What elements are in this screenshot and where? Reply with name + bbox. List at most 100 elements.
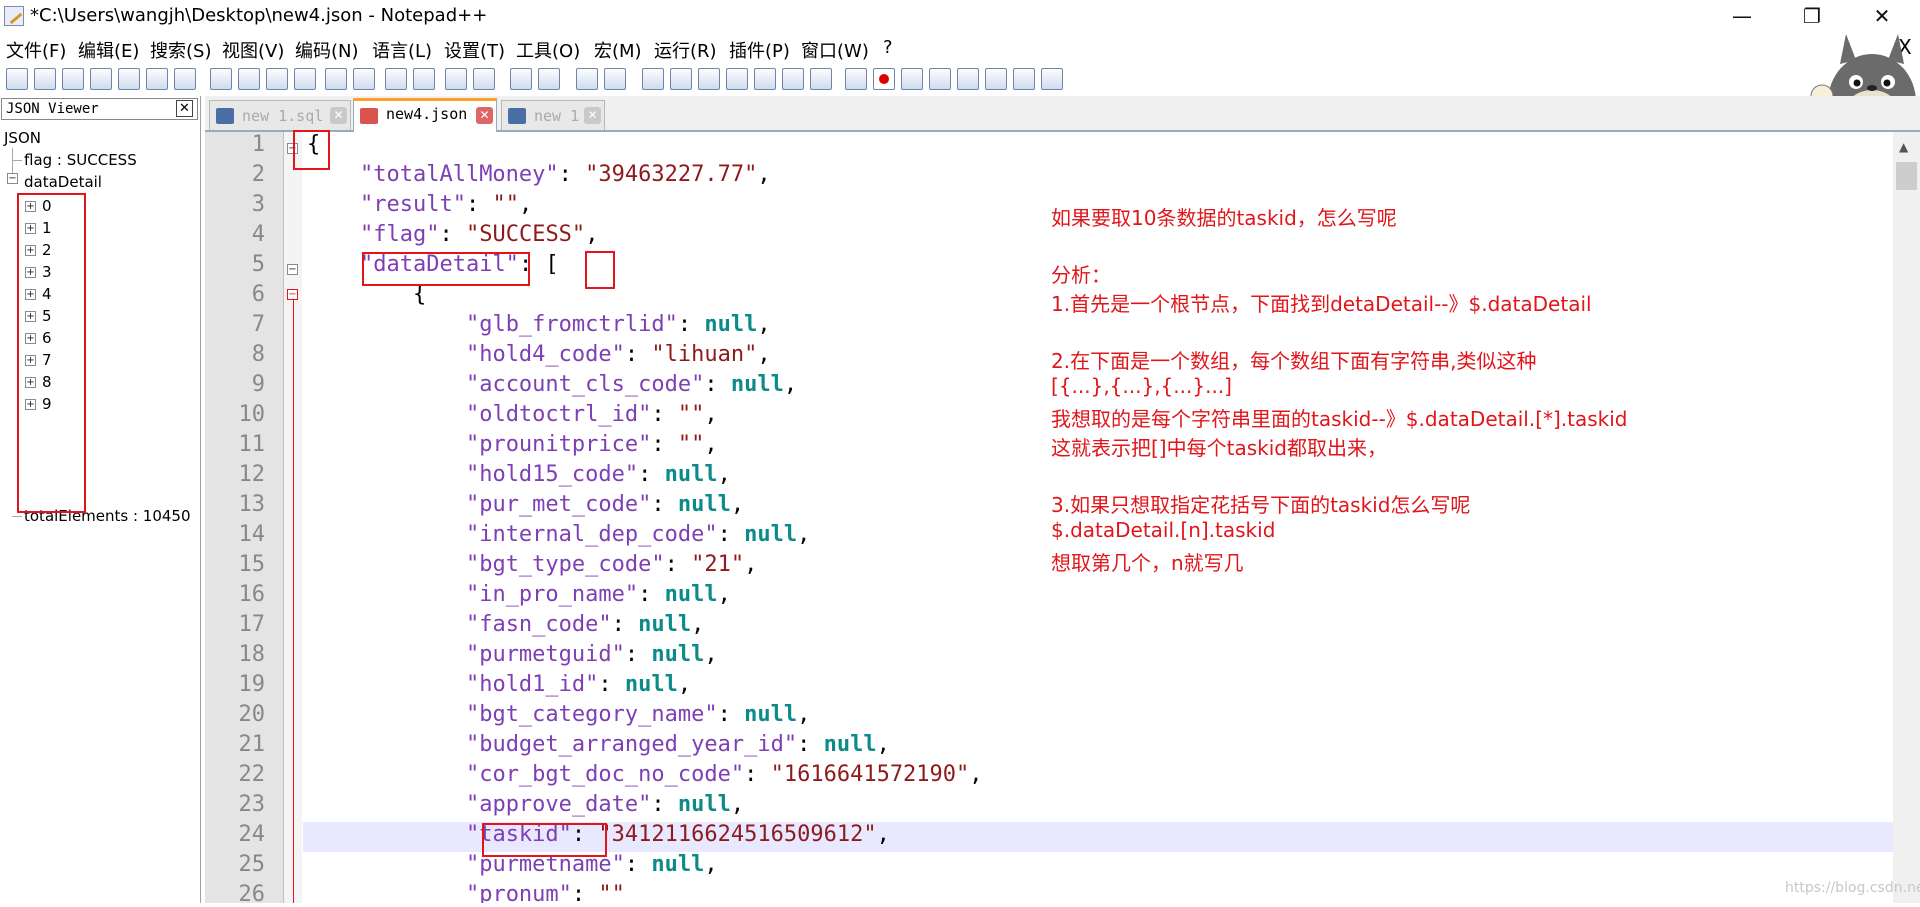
code-line[interactable]: "bgt_category_name": null, [307,702,810,727]
line-number: 21 [238,732,266,757]
toolbar-button-icon[interactable] [6,68,28,90]
toolbar-button-icon[interactable] [445,68,467,90]
minimize-button[interactable]: — [1712,0,1772,33]
toolbar-button-icon[interactable] [210,68,232,90]
menu-item[interactable]: 搜索(S) [150,37,211,63]
code-line[interactable]: "hold1_id": null, [307,672,691,697]
toolbar-button-icon[interactable] [353,68,375,90]
toolbar-button-icon[interactable] [238,68,260,90]
json-key: "fasn_code" [465,612,612,637]
toolbar-button-icon[interactable] [1013,68,1035,90]
toolbar-button-icon[interactable] [174,68,196,90]
toolbar-button-icon[interactable] [576,68,598,90]
code-line[interactable]: "internal_dep_code": null, [307,522,810,547]
menu-item[interactable]: 宏(M) [594,37,642,63]
menu-item[interactable]: 文件(F) [6,37,66,63]
annotation-highlight-box [482,823,607,857]
json-key: "bgt_type_code" [465,552,665,577]
code-line[interactable]: "glb_fromctrlid": null, [307,312,771,337]
toolbar-button-icon[interactable] [538,68,560,90]
code-line[interactable]: "flag": "SUCCESS", [307,222,598,247]
close-window-button[interactable]: ✕ [1852,0,1912,33]
toolbar-button-icon[interactable] [34,68,56,90]
code-line[interactable]: "approve_date": null, [307,792,744,817]
toolbar-button-icon[interactable] [510,68,532,90]
code-line[interactable]: "oldtoctrl_id": "", [307,402,718,427]
code-line[interactable]: "bgt_type_code": "21", [307,552,757,577]
code-line[interactable]: "account_cls_code": null, [307,372,797,397]
json-null: null [730,372,784,397]
editor-area[interactable]: 1 2 3 4 5 6 7 8 9 10 11 12 13 14 15 16 17 18 19 20 21 22 23 24 2… [205,130,1920,907]
toolbar-button-icon[interactable] [604,68,626,90]
toolbar-button-icon[interactable] [642,68,664,90]
menu-item[interactable]: 视图(V) [222,37,284,63]
code-line[interactable]: "pur_met_code": null, [307,492,744,517]
tree-item-flag[interactable]: flag : SUCCESS [24,151,137,169]
vertical-scrollbar[interactable]: ▲ [1893,132,1920,903]
toolbar-button-icon[interactable] [385,68,407,90]
code-line[interactable]: "fasn_code": null, [307,612,704,637]
toolbar-button-icon[interactable] [1041,68,1063,90]
code-line[interactable]: "hold4_code": "lihuan", [307,342,771,367]
tab-new-1[interactable]: new 1 ✕ [501,100,605,130]
menu-item[interactable]: 编码(N) [295,37,359,63]
code-line[interactable]: "prounitprice": "", [307,432,718,457]
toolbar-button-icon[interactable] [985,68,1007,90]
json-punct [307,702,466,727]
toolbar-button-icon[interactable] [782,68,804,90]
toolbar-button-icon[interactable] [62,68,84,90]
menu-item[interactable]: 工具(O) [516,37,580,63]
code-line[interactable]: "result": "", [307,192,532,217]
tab-new-1-sql[interactable]: new 1.sql ✕ [209,100,351,130]
toolbar-button-icon[interactable] [698,68,720,90]
toolbar-button-icon[interactable] [670,68,692,90]
menu-item[interactable]: ? [883,37,893,58]
toolbar-button-icon[interactable] [325,68,347,90]
json-string: "" [677,402,705,427]
toolbar-button-icon[interactable] [413,68,435,90]
toolbar-button-icon[interactable] [146,68,168,90]
restore-button[interactable]: ❐ [1782,0,1842,33]
tab-close-icon[interactable]: ✕ [476,107,493,124]
tree-root-json[interactable]: JSON [4,129,41,147]
code-line[interactable]: "pronum": "" [307,882,625,903]
code-line[interactable]: "cor_bgt_doc_no_code": "1616641572190", [307,762,983,787]
menu-item[interactable]: 插件(P) [729,37,790,63]
collapse-icon[interactable]: − [7,173,18,184]
toolbar-button-icon[interactable] [294,68,316,90]
menu-item[interactable]: 运行(R) [654,37,717,63]
toolbar-button-icon[interactable] [845,68,867,90]
toolbar-button-icon[interactable] [266,68,288,90]
code-line[interactable]: "budget_arranged_year_id": null, [307,732,890,757]
toolbar-button-icon[interactable] [473,68,495,90]
tab-close-icon[interactable]: ✕ [584,107,601,124]
menu-item[interactable]: 编辑(E) [78,37,139,63]
toolbar-button-icon[interactable] [957,68,979,90]
code-line[interactable]: "in_pro_name": null, [307,582,731,607]
code-line[interactable]: "totalAllMoney": "39463227.77", [307,162,771,187]
fold-collapse-icon[interactable]: − [287,289,298,300]
menu-item[interactable]: 设置(T) [444,37,505,63]
tree-item-datadetail[interactable]: dataDetail [24,173,102,191]
code-line[interactable]: "hold15_code": null, [307,462,731,487]
scroll-up-arrow-icon[interactable]: ▲ [1899,140,1908,154]
toolbar-button-icon[interactable] [118,68,140,90]
menu-item[interactable]: 窗口(W) [801,37,869,63]
toolbar-button-icon[interactable] [810,68,832,90]
code-line[interactable]: "purmetguid": null, [307,642,718,667]
scrollbar-thumb[interactable] [1896,162,1917,190]
menu-item[interactable]: 语言(L) [372,37,432,63]
toolbar-button-icon[interactable] [929,68,951,90]
tab-label: new 1.sql [242,107,324,125]
toolbar-button-icon[interactable] [90,68,112,90]
json-punct: : [651,792,678,817]
toolbar-button-icon[interactable] [754,68,776,90]
tab-new4-json[interactable]: new4.json ✕ [353,98,497,132]
tab-close-icon[interactable]: ✕ [330,107,347,124]
toolbar-button-icon[interactable] [873,68,895,90]
close-panel-button[interactable]: ✕ [176,100,193,117]
line-number: 14 [238,522,266,547]
fold-collapse-icon[interactable]: − [287,264,298,275]
toolbar-button-icon[interactable] [726,68,748,90]
toolbar-button-icon[interactable] [901,68,923,90]
